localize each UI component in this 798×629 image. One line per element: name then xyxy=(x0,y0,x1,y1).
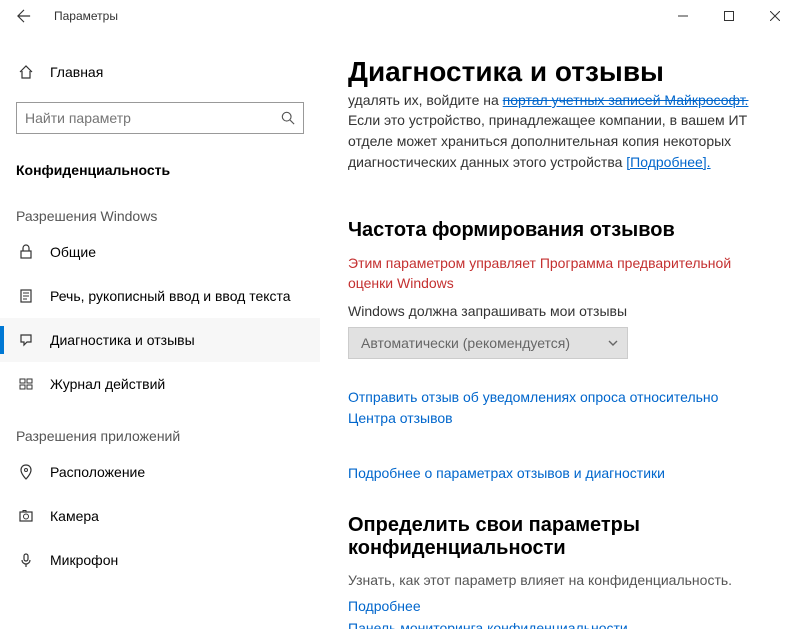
page-title: Диагностика и отзывы xyxy=(348,56,770,88)
feedback-dropdown-label: Windows должна запрашивать мои отзывы xyxy=(348,303,770,319)
privacy-subtext: Узнать, как этот параметр влияет на конф… xyxy=(348,572,770,588)
lock-icon xyxy=(16,242,36,262)
search-input[interactable] xyxy=(25,110,281,126)
truncated-paragraph: удалять их, войдите на портал учетных за… xyxy=(348,92,770,108)
sidebar-home[interactable]: Главная xyxy=(0,52,320,92)
sidebar-group-app-perms: Разрешения приложений xyxy=(0,406,320,450)
camera-icon xyxy=(16,506,36,526)
privacy-dashboard-link[interactable]: Панель мониторинга конфиденциальности xyxy=(348,620,770,629)
sidebar-item-camera[interactable]: Камера xyxy=(0,494,320,538)
history-icon xyxy=(16,374,36,394)
sidebar-item-location[interactable]: Расположение xyxy=(0,450,320,494)
maximize-button[interactable] xyxy=(706,0,752,32)
learn-more-feedback-link[interactable]: Подробнее о параметрах отзывов и диагнос… xyxy=(348,463,770,484)
section-privacy-settings: Определить свои параметры конфиденциальн… xyxy=(348,514,770,560)
sidebar-item-microphone[interactable]: Микрофон xyxy=(0,538,320,582)
chevron-down-icon xyxy=(607,337,619,349)
sidebar-item-label: Микрофон xyxy=(50,552,118,568)
arrow-left-icon xyxy=(17,9,31,23)
location-icon xyxy=(16,462,36,482)
sidebar-home-label: Главная xyxy=(50,64,103,80)
sidebar-item-label: Речь, рукописный ввод и ввод текста xyxy=(50,288,291,304)
sidebar-section: Конфиденциальность xyxy=(0,148,320,186)
sidebar-item-label: Камера xyxy=(50,508,99,524)
maximize-icon xyxy=(724,11,734,21)
close-button[interactable] xyxy=(752,0,798,32)
home-icon xyxy=(16,62,36,82)
section-feedback-frequency: Частота формирования отзывов xyxy=(348,219,770,242)
sidebar-group-windows-perms: Разрешения Windows xyxy=(0,186,320,230)
back-button[interactable] xyxy=(8,0,40,32)
search-box[interactable] xyxy=(16,102,304,134)
privacy-learn-more-link[interactable]: Подробнее xyxy=(348,598,770,614)
feedback-frequency-dropdown[interactable]: Автоматически (рекомендуется) xyxy=(348,327,628,359)
clipboard-icon xyxy=(16,286,36,306)
search-icon xyxy=(281,111,295,125)
microphone-icon xyxy=(16,550,36,570)
minimize-icon xyxy=(678,11,688,21)
sidebar-item-label: Журнал действий xyxy=(50,376,165,392)
sidebar-item-label: Общие xyxy=(50,244,96,260)
main-content: Диагностика и отзывы удалять их, войдите… xyxy=(320,32,798,629)
sidebar-item-general[interactable]: Общие xyxy=(0,230,320,274)
close-icon xyxy=(770,11,780,21)
window-title: Параметры xyxy=(54,9,118,23)
learn-more-link[interactable]: [Подробнее]. xyxy=(626,154,710,170)
sidebar: Главная Конфиденциальность Разрешения Wi… xyxy=(0,32,320,629)
sidebar-item-label: Диагностика и отзывы xyxy=(50,332,195,348)
sidebar-item-activity-history[interactable]: Журнал действий xyxy=(0,362,320,406)
titlebar: Параметры xyxy=(0,0,798,32)
feedback-icon xyxy=(16,330,36,350)
account-portal-link[interactable]: портал учетных записей Майкрософт. xyxy=(503,92,749,108)
sidebar-item-speech-inking[interactable]: Речь, рукописный ввод и ввод текста xyxy=(0,274,320,318)
insider-notice: Этим параметром управляет Программа пред… xyxy=(348,254,770,293)
minimize-button[interactable] xyxy=(660,0,706,32)
sidebar-item-label: Расположение xyxy=(50,464,145,480)
sidebar-item-diagnostics[interactable]: Диагностика и отзывы xyxy=(0,318,320,362)
device-notice: Если это устройство, принадлежащее компа… xyxy=(348,110,770,173)
dropdown-value: Автоматически (рекомендуется) xyxy=(361,335,570,351)
send-feedback-link[interactable]: Отправить отзыв об уведомлениях опроса о… xyxy=(348,387,770,429)
